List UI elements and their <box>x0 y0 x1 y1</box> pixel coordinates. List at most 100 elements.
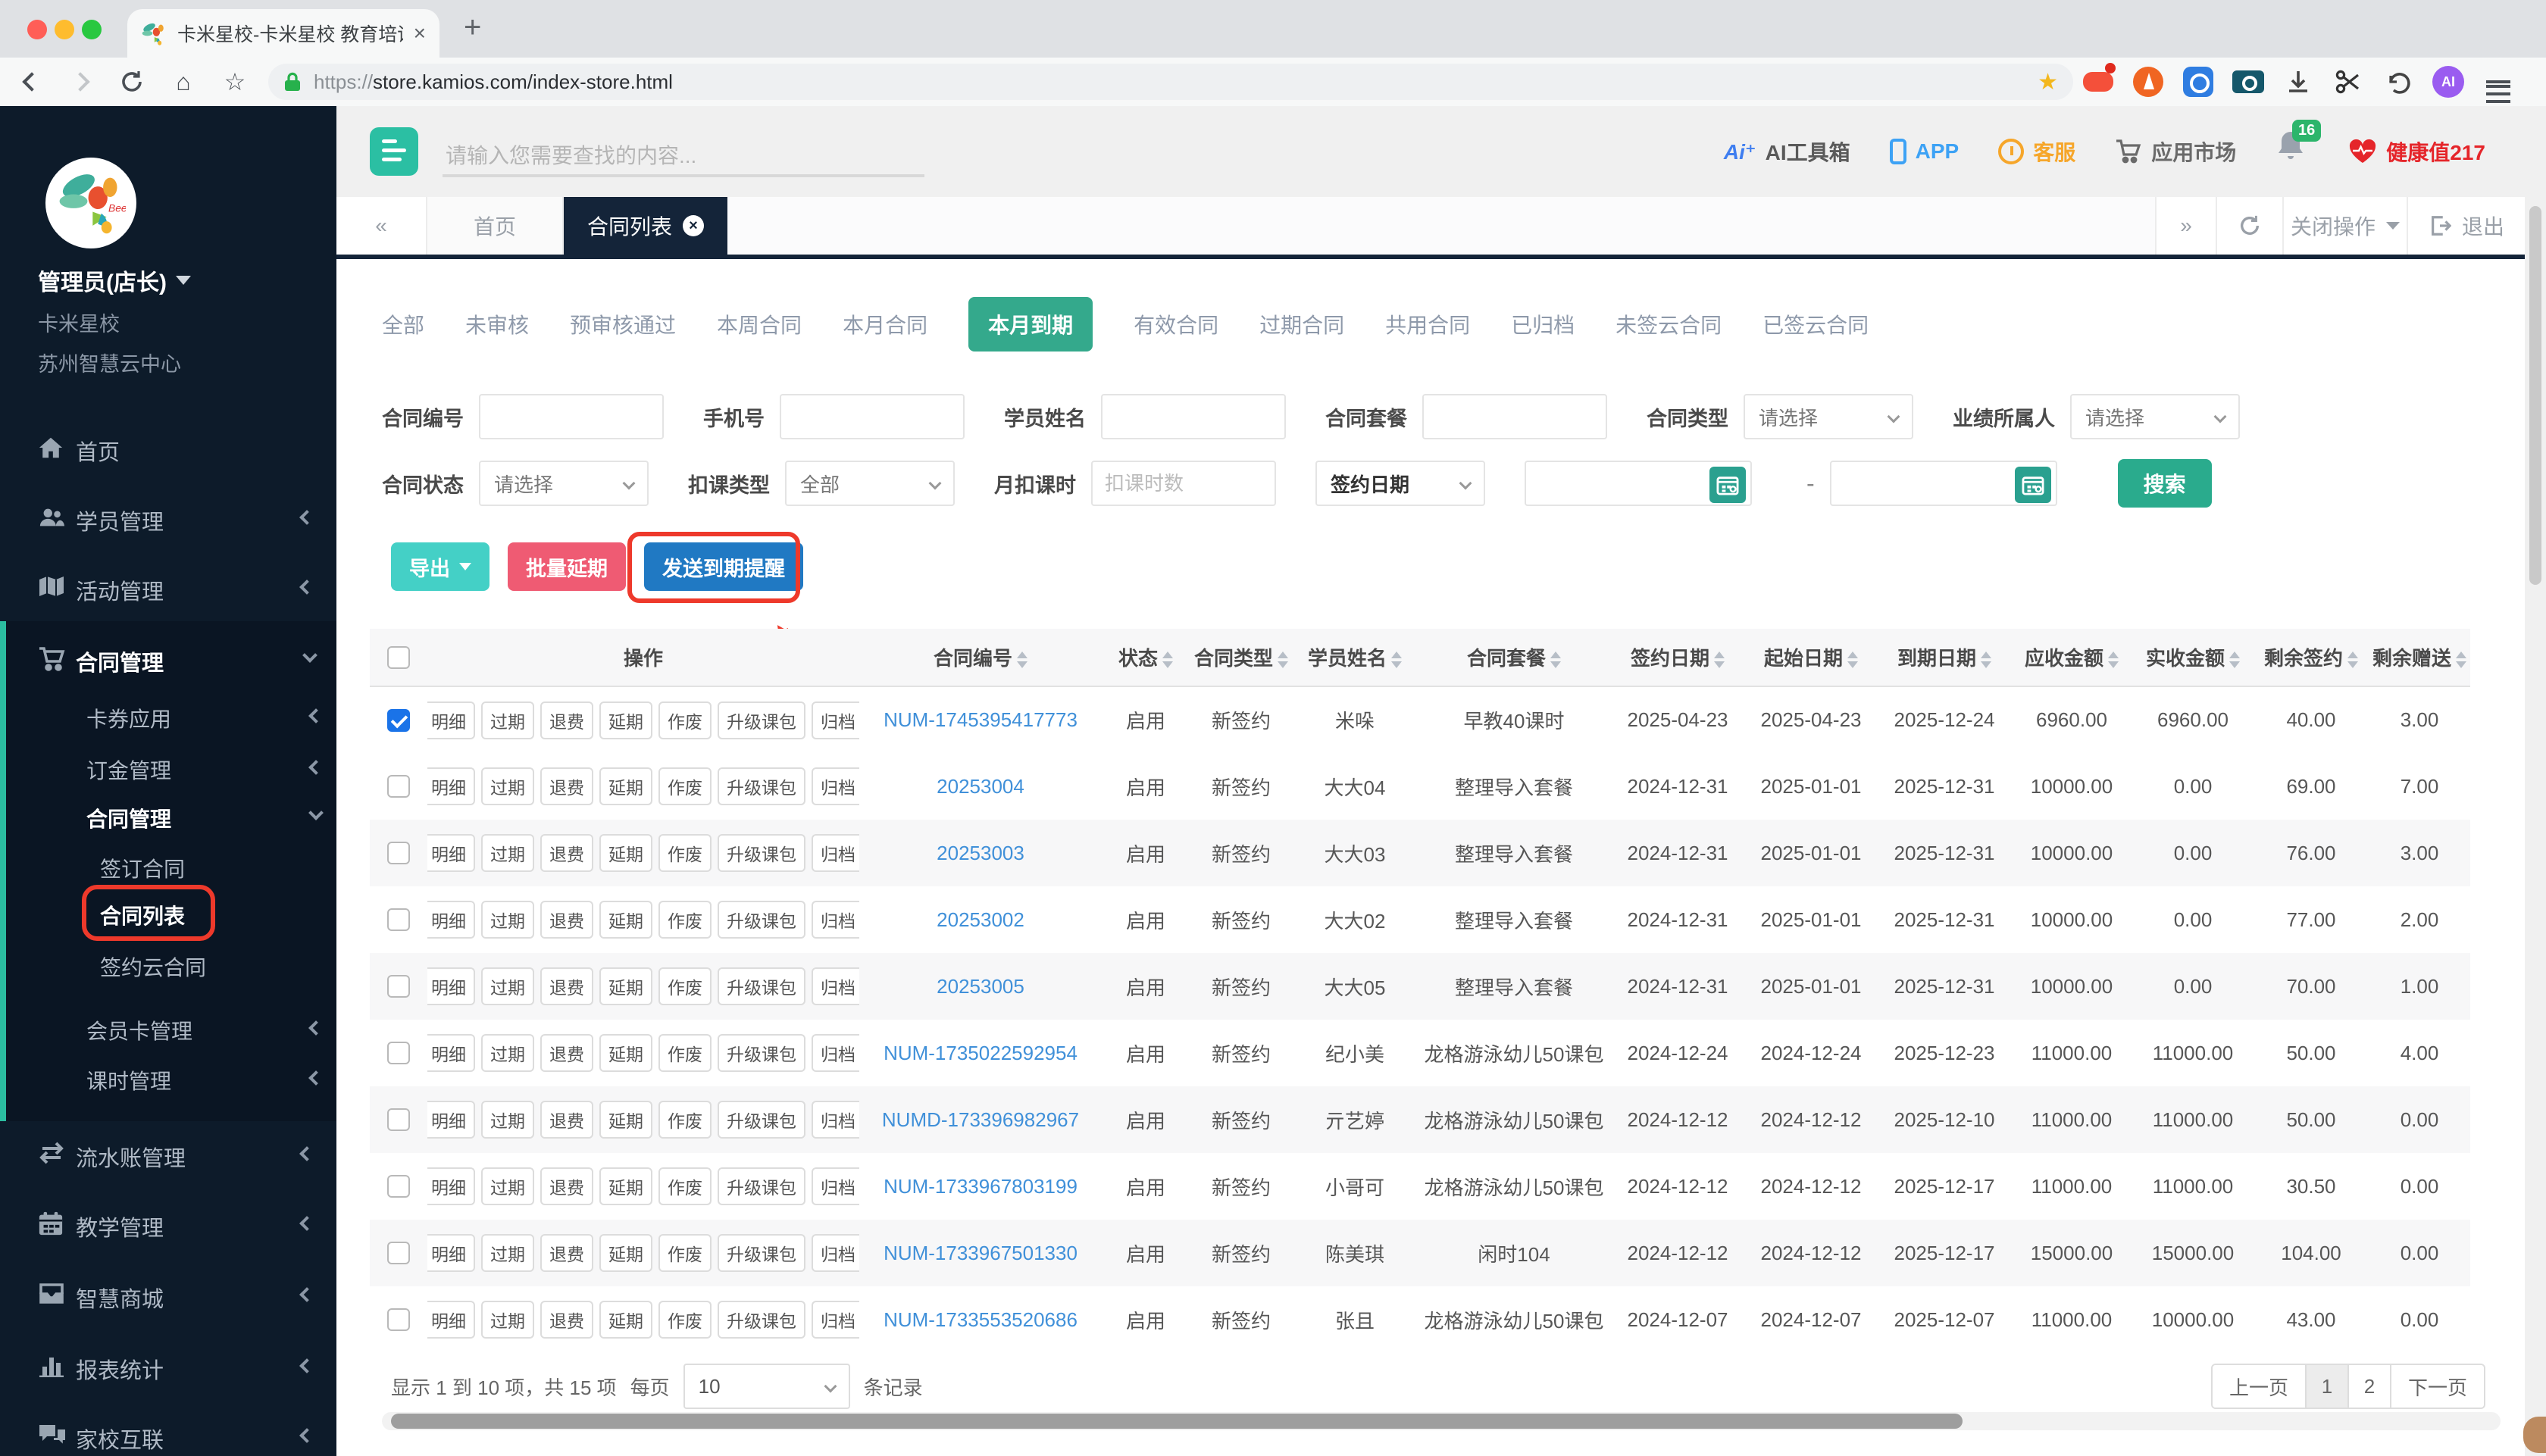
sort-icon[interactable] <box>2108 651 2119 668</box>
action-明细[interactable]: 明细 <box>427 901 475 939</box>
column-header-签约日期[interactable]: 签约日期 <box>1611 629 1744 687</box>
sidebar-item-会员卡管理[interactable]: 会员卡管理 <box>0 1006 336 1051</box>
sort-icon[interactable] <box>2456 651 2466 668</box>
合同编号-input[interactable] <box>479 394 664 439</box>
column-header-到期日期[interactable]: 到期日期 <box>1878 629 2011 687</box>
collapse-tabs-button[interactable]: « <box>336 197 427 255</box>
contract-no[interactable]: 20253004 <box>937 775 1024 798</box>
browser-tab[interactable]: 卡米星校-卡米星校 教育培训机 × <box>127 9 439 58</box>
export-button[interactable]: 导出 <box>391 542 489 591</box>
action-明细[interactable]: 明细 <box>427 1234 475 1272</box>
action-退费[interactable]: 退费 <box>540 701 593 739</box>
action-归档[interactable]: 归档 <box>812 1101 859 1139</box>
sidebar-item-合同管理[interactable]: 合同管理 <box>0 794 336 839</box>
url-bar[interactable]: https://store.kamios.com/index-store.htm… <box>268 64 2073 100</box>
contract-no[interactable]: NUMD-173396982967 <box>882 1108 1079 1131</box>
batch-extend-button[interactable]: 批量延期 <box>508 542 626 591</box>
sidebar-item-首页[interactable]: 首页 <box>0 426 336 471</box>
sort-icon[interactable] <box>2347 651 2358 668</box>
row-checkbox[interactable] <box>387 1242 410 1264</box>
action-升级课包[interactable]: 升级课包 <box>718 901 805 939</box>
action-延期[interactable]: 延期 <box>599 767 652 805</box>
download-icon[interactable] <box>2282 66 2314 98</box>
health-score[interactable]: 健康值217 <box>2348 136 2485 167</box>
row-checkbox[interactable] <box>387 708 410 732</box>
contract-no[interactable]: 20253003 <box>937 842 1024 864</box>
rocket-extension-icon[interactable] <box>2132 66 2164 98</box>
prev-page-button[interactable]: 上一页 <box>2212 1365 2305 1408</box>
sort-icon[interactable] <box>1278 651 1288 668</box>
action-延期[interactable]: 延期 <box>599 1234 652 1272</box>
bookmark-filled-icon[interactable]: ★ <box>2038 69 2058 95</box>
action-作废[interactable]: 作废 <box>658 1301 712 1339</box>
action-延期[interactable]: 延期 <box>599 1101 652 1139</box>
sort-icon[interactable] <box>1391 651 1402 668</box>
row-checkbox[interactable] <box>387 775 410 798</box>
sidebar-item-活动管理[interactable]: 活动管理 <box>0 565 336 611</box>
action-作废[interactable]: 作废 <box>658 1234 712 1272</box>
action-升级课包[interactable]: 升级课包 <box>718 701 805 739</box>
action-明细[interactable]: 明细 <box>427 967 475 1005</box>
filter-tab-全部[interactable]: 全部 <box>382 309 424 339</box>
action-升级课包[interactable]: 升级课包 <box>718 1167 805 1205</box>
action-作废[interactable]: 作废 <box>658 1167 712 1205</box>
业绩所属人-select[interactable]: 请选择 <box>2070 394 2240 439</box>
history-extension-icon[interactable] <box>2182 66 2214 98</box>
traffic-light-minimize[interactable] <box>55 20 74 39</box>
action-退费[interactable]: 退费 <box>540 1167 593 1205</box>
action-作废[interactable]: 作废 <box>658 1034 712 1072</box>
action-延期[interactable]: 延期 <box>599 701 652 739</box>
notifications-button[interactable]: 16 <box>2275 120 2322 174</box>
search-button[interactable]: 搜索 <box>2117 459 2212 508</box>
学员姓名-input[interactable] <box>1101 394 1286 439</box>
tab-home[interactable]: 首页 <box>427 197 564 255</box>
sidebar-item-合同列表[interactable]: 合同列表 <box>0 891 336 936</box>
action-延期[interactable]: 延期 <box>599 834 652 872</box>
action-归档[interactable]: 归档 <box>812 701 859 739</box>
sidebar-item-家校互联[interactable]: 家校互联 <box>0 1414 336 1456</box>
select-all-checkbox[interactable] <box>387 645 410 669</box>
close-tab-icon[interactable]: × <box>683 215 704 236</box>
action-作废[interactable]: 作废 <box>658 967 712 1005</box>
filter-tab-未审核[interactable]: 未审核 <box>465 309 529 339</box>
action-归档[interactable]: 归档 <box>812 967 859 1005</box>
action-退费[interactable]: 退费 <box>540 967 593 1005</box>
action-升级课包[interactable]: 升级课包 <box>718 1101 805 1139</box>
page-button-2[interactable]: 2 <box>2347 1365 2390 1408</box>
row-checkbox[interactable] <box>387 1308 410 1331</box>
action-升级课包[interactable]: 升级课包 <box>718 967 805 1005</box>
sidebar-toggle-button[interactable] <box>370 127 418 176</box>
action-退费[interactable]: 退费 <box>540 834 593 872</box>
action-归档[interactable]: 归档 <box>812 1167 859 1205</box>
合同类型-select[interactable]: 请选择 <box>1744 394 1913 439</box>
sidebar-item-签订合同[interactable]: 签订合同 <box>0 844 336 889</box>
tab-close-icon[interactable]: × <box>414 23 426 44</box>
contract-no[interactable]: NUM-1735022592954 <box>884 1042 1078 1064</box>
sidebar-item-课时管理[interactable]: 课时管理 <box>0 1056 336 1101</box>
column-header-合同套餐[interactable]: 合同套餐 <box>1417 629 1611 687</box>
action-明细[interactable]: 明细 <box>427 1101 475 1139</box>
月扣课时-input[interactable] <box>1091 461 1276 506</box>
screenshot-extension-icon[interactable] <box>2232 66 2264 98</box>
action-退费[interactable]: 退费 <box>540 1101 593 1139</box>
filter-tab-已签云合同[interactable]: 已签云合同 <box>1762 309 1869 339</box>
action-作废[interactable]: 作废 <box>658 834 712 872</box>
sidebar-item-教学管理[interactable]: 教学管理 <box>0 1201 336 1247</box>
column-header-剩余赠送[interactable]: 剩余赠送 <box>2369 629 2470 687</box>
expand-tabs-button[interactable]: » <box>2155 197 2216 255</box>
home-icon[interactable]: ⌂ <box>167 58 200 106</box>
action-过期[interactable]: 过期 <box>481 767 534 805</box>
per-page-select[interactable]: 10 <box>683 1364 850 1409</box>
floating-widget[interactable] <box>2523 1417 2546 1453</box>
action-归档[interactable]: 归档 <box>812 1301 859 1339</box>
action-升级课包[interactable]: 升级课包 <box>718 834 805 872</box>
action-归档[interactable]: 归档 <box>812 767 859 805</box>
column-header-应收金额[interactable]: 应收金额 <box>2011 629 2132 687</box>
sidebar-item-流水账管理[interactable]: 流水账管理 <box>0 1132 336 1177</box>
undo-icon[interactable] <box>2382 66 2414 98</box>
sidebar-item-报表统计[interactable]: 报表统计 <box>0 1344 336 1389</box>
contract-no[interactable]: NUM-1733967803199 <box>884 1175 1078 1198</box>
action-升级课包[interactable]: 升级课包 <box>718 1034 805 1072</box>
action-退费[interactable]: 退费 <box>540 1234 593 1272</box>
date-input[interactable] <box>1525 461 1752 506</box>
